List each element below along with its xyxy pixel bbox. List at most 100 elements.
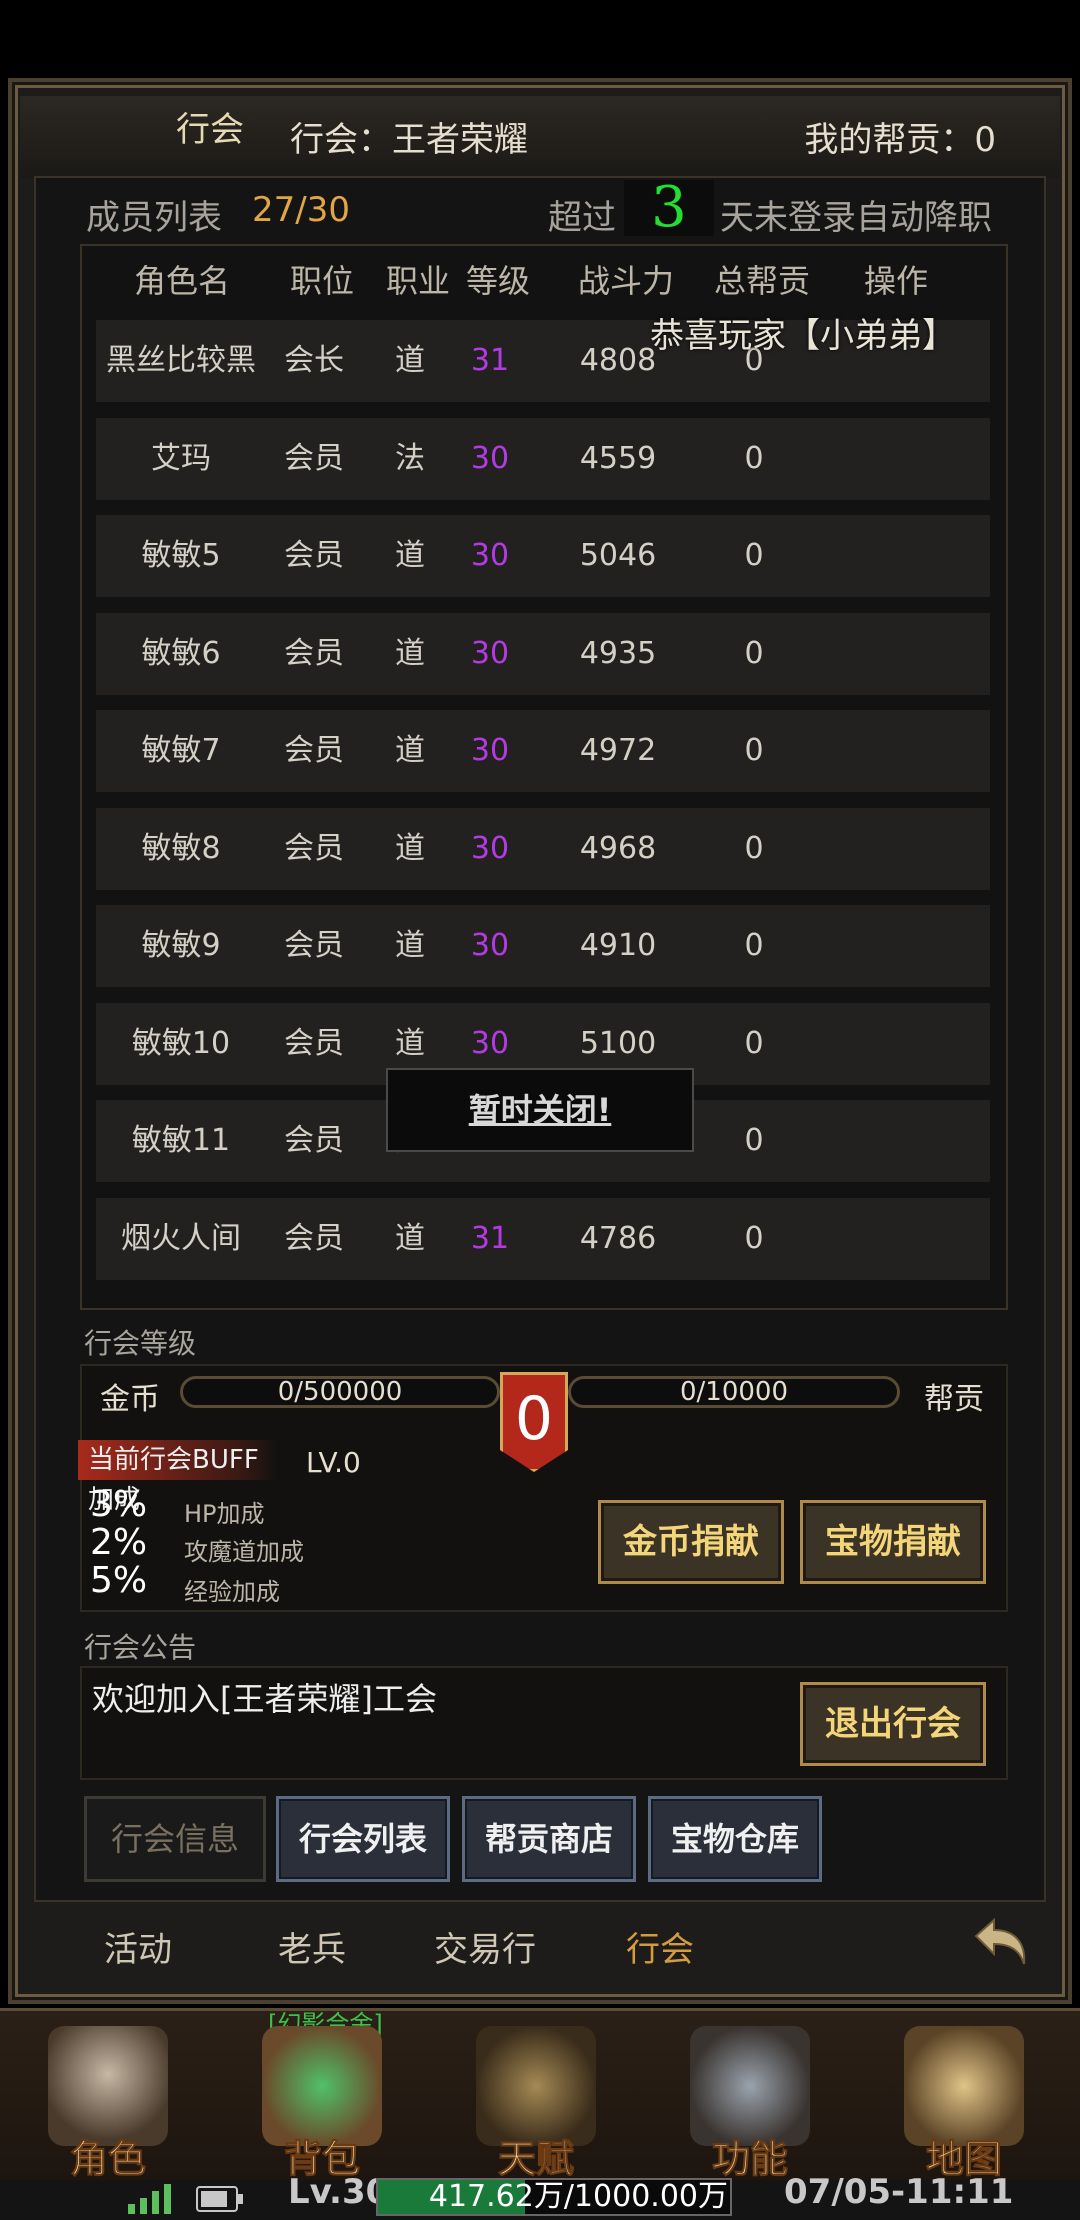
tab-trading-house[interactable]: 交易行 bbox=[434, 1922, 536, 1971]
member-name: 黑丝比较黑 bbox=[106, 343, 256, 378]
dock-character-label: 角色 bbox=[69, 2136, 146, 2182]
tab-contribution-shop[interactable]: 帮贡商店 bbox=[462, 1796, 636, 1882]
donate-gold-button[interactable]: 金币捐献 bbox=[598, 1500, 784, 1584]
member-rank: 会员 bbox=[284, 928, 344, 963]
member-rank: 会长 bbox=[284, 343, 344, 378]
member-count: 27/30 bbox=[252, 190, 350, 230]
column-header-contribution: 总帮贡 bbox=[713, 262, 810, 300]
guild-level-section: 行会等级 bbox=[84, 1327, 197, 1360]
column-header-power: 战斗力 bbox=[577, 262, 674, 300]
table-row[interactable]: 敏敏9 会员 道 30 4910 0 bbox=[96, 905, 990, 987]
member-contribution: 0 bbox=[744, 830, 764, 866]
member-class: 道 bbox=[395, 538, 425, 573]
tab-activity[interactable]: 活动 bbox=[104, 1922, 172, 1971]
back-arrow-icon[interactable] bbox=[968, 1912, 1032, 1976]
member-level: 30 bbox=[470, 830, 510, 866]
member-name: 敏敏11 bbox=[131, 1123, 231, 1158]
member-name: 烟火人间 bbox=[121, 1220, 241, 1256]
member-class: 道 bbox=[395, 733, 425, 768]
tab-guild-list[interactable]: 行会列表 bbox=[276, 1796, 450, 1882]
main-tab-bar bbox=[20, 1904, 1060, 1986]
member-power: 4935 bbox=[579, 635, 657, 671]
temporarily-closed-popup[interactable]: 暂时关闭! bbox=[386, 1068, 694, 1152]
gold-label: 金币 bbox=[100, 1382, 160, 1417]
member-name: 艾玛 bbox=[151, 440, 211, 476]
member-class: 道 bbox=[395, 1220, 425, 1256]
panel-title: 行会 bbox=[176, 110, 244, 150]
member-contribution: 0 bbox=[744, 928, 764, 963]
guild-name: 行会：王者荣耀 bbox=[290, 120, 528, 160]
member-contribution: 0 bbox=[744, 1123, 764, 1158]
member-rank: 会员 bbox=[284, 635, 344, 671]
member-power: 4972 bbox=[579, 733, 657, 768]
contribution-progress-bar: 0/10000 bbox=[568, 1376, 900, 1408]
clock: 07/05-11:11 bbox=[784, 2172, 1014, 2212]
member-level: 31 bbox=[470, 343, 510, 378]
broadcast-notice: 恭喜玩家【小弟弟】 bbox=[650, 316, 956, 356]
member-class: 道 bbox=[395, 635, 425, 671]
member-contribution: 0 bbox=[744, 635, 764, 671]
table-row[interactable]: 敏敏5 会员 道 30 5046 0 bbox=[96, 515, 990, 597]
guild-buff-header: 当前行会BUFF加成 bbox=[78, 1440, 278, 1515]
member-contribution: 0 bbox=[744, 1220, 764, 1256]
member-rank: 会员 bbox=[284, 1123, 344, 1158]
member-power: 4786 bbox=[579, 1220, 657, 1256]
member-class: 道 bbox=[395, 830, 425, 866]
table-row[interactable]: 烟火人间 会员 道 31 4786 0 bbox=[96, 1197, 990, 1280]
member-rank: 会员 bbox=[284, 1025, 344, 1061]
member-power: 4968 bbox=[579, 830, 657, 866]
member-rank: 会员 bbox=[284, 538, 344, 573]
table-row[interactable]: 敏敏8 会员 道 30 4968 0 bbox=[96, 807, 990, 890]
signal-icon bbox=[128, 2184, 171, 2214]
column-header-action: 操作 bbox=[863, 262, 928, 300]
member-level: 31 bbox=[470, 1220, 510, 1256]
battery-icon bbox=[196, 2186, 243, 2212]
announcement-section: 行会公告 bbox=[84, 1631, 197, 1664]
member-name: 敏敏6 bbox=[141, 635, 221, 671]
buff-attack-label: 攻魔道加成 bbox=[184, 1538, 304, 1566]
member-name: 敏敏9 bbox=[141, 928, 221, 963]
gold-progress-bar: 0/500000 bbox=[180, 1376, 500, 1408]
table-row[interactable]: 敏敏7 会员 道 30 4972 0 bbox=[96, 710, 990, 792]
member-class: 道 bbox=[395, 343, 425, 378]
dock-character[interactable]: 角色 bbox=[8, 2020, 208, 2200]
tab-guild[interactable]: 行会 bbox=[626, 1922, 694, 1971]
announcement-text: 欢迎加入[王者荣耀]工会 bbox=[92, 1680, 437, 1718]
table-row[interactable]: 艾玛 会员 法 30 4559 0 bbox=[96, 417, 990, 500]
tab-treasure-warehouse[interactable]: 宝物仓库 bbox=[648, 1796, 822, 1882]
column-header-name: 角色名 bbox=[133, 262, 230, 300]
member-rank: 会员 bbox=[284, 830, 344, 866]
buff-attack-percent: 2% bbox=[90, 1522, 148, 1563]
member-power: 5046 bbox=[579, 538, 657, 573]
member-name: 敏敏5 bbox=[141, 538, 221, 573]
over-label: 超过 bbox=[548, 198, 616, 238]
donate-treasure-button[interactable]: 宝物捐献 bbox=[800, 1500, 986, 1584]
member-rank: 会员 bbox=[284, 440, 344, 476]
member-power: 4910 bbox=[579, 928, 657, 963]
table-row[interactable]: 敏敏6 会员 道 30 4935 0 bbox=[96, 612, 990, 695]
member-list-title: 成员列表 bbox=[86, 198, 222, 238]
column-header-level: 等级 bbox=[465, 262, 530, 300]
my-contribution: 我的帮贡：0 bbox=[804, 120, 996, 160]
guild-buff-level: LV.0 bbox=[306, 1446, 361, 1479]
member-level: 30 bbox=[470, 440, 510, 476]
tab-veteran[interactable]: 老兵 bbox=[278, 1922, 346, 1971]
demote-days-input[interactable]: 3 bbox=[624, 180, 714, 236]
tab-guild-info[interactable]: 行会信息 bbox=[84, 1796, 266, 1882]
member-name: 敏敏7 bbox=[141, 733, 221, 768]
buff-hp-label: HP加成 bbox=[184, 1500, 265, 1528]
member-name: 敏敏10 bbox=[131, 1025, 231, 1061]
buff-hp-percent: 3% bbox=[90, 1484, 148, 1525]
member-class: 法 bbox=[395, 440, 425, 476]
member-contribution: 0 bbox=[744, 440, 764, 476]
member-level: 30 bbox=[470, 928, 510, 963]
member-level: 30 bbox=[470, 733, 510, 768]
member-level: 30 bbox=[470, 538, 510, 573]
leave-guild-button[interactable]: 退出行会 bbox=[800, 1682, 986, 1766]
member-rank: 会员 bbox=[284, 1220, 344, 1256]
buff-exp-percent: 5% bbox=[90, 1560, 148, 1601]
dock-talent-label: 天赋 bbox=[497, 2136, 574, 2182]
dock-talent[interactable]: 天赋 bbox=[436, 2020, 636, 2200]
member-level: 30 bbox=[470, 635, 510, 671]
buff-exp-label: 经验加成 bbox=[184, 1578, 280, 1606]
